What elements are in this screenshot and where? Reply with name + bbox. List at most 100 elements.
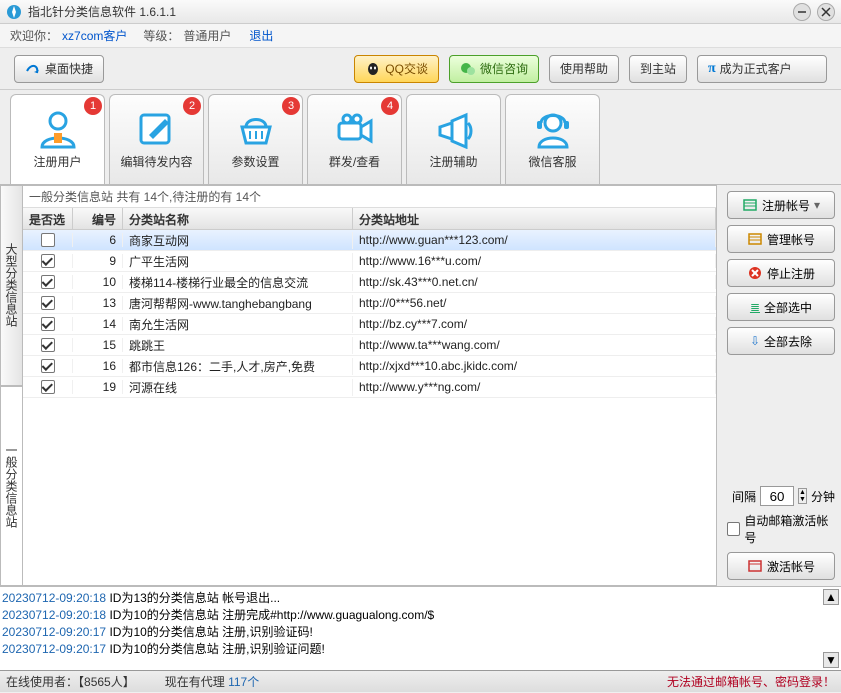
status-error: 无法通过邮箱帐号、密码登录！ [667,673,835,690]
auto-activate-checkbox[interactable]: 自动邮箱激活帐号 [727,512,835,546]
table-row[interactable]: 6商家互动网http://www.guan***123.com/ [23,230,716,251]
row-checkbox[interactable] [41,254,55,268]
tab-broadcast[interactable]: 4 群发/查看 [307,94,402,184]
row-name: 广平生活网 [123,253,353,270]
row-name: 南允生活网 [123,316,353,333]
col-selected[interactable]: 是否选中 [23,208,73,229]
row-index: 15 [73,338,123,352]
table-row[interactable]: 13唐河帮帮网-www.tanghebangbanghttp://0***56.… [23,293,716,314]
megaphone-icon [430,109,478,149]
table-row[interactable]: 19河源在线http://www.y***ng.com/ [23,377,716,398]
row-index: 9 [73,254,123,268]
register-account-button[interactable]: 注册帐号 ▾ [727,191,835,219]
table-row[interactable]: 15跳跳王http://www.ta***wang.com/ [23,335,716,356]
window-title: 指北针分类信息软件 1.6.1.1 [28,3,787,20]
online-users: 在线使用者：【8565人】 [6,673,135,690]
log-line: 20230712-09:20:17 ID为10的分类信息站 注册,识别验证问题! [2,640,839,657]
row-checkbox[interactable] [41,296,55,310]
row-url: http://www.y***ng.com/ [353,380,716,394]
interval-input[interactable] [760,486,794,506]
row-name: 商家互动网 [123,232,353,249]
level-label: 等级： [143,27,179,44]
level-value: 普通用户 [183,27,231,44]
right-column: 注册帐号 ▾ 管理帐号 停止注册 ≣ 全部选中 ⇩ 全部去除 间隔 ▲▼ 分钟 [721,185,841,586]
table-row[interactable]: 10楼梯114-楼梯行业最全的信息交流http://sk.43***0.net.… [23,272,716,293]
tab-register-user[interactable]: 1 注册用户 [10,94,105,184]
user-icon [34,109,82,149]
log-area[interactable]: 20230712-09:20:18 ID为13的分类信息站 帐号退出...202… [0,586,841,670]
row-name: 跳跳王 [123,337,353,354]
row-checkbox[interactable] [41,359,55,373]
row-index: 19 [73,380,123,394]
tab-settings[interactable]: 3 参数设置 [208,94,303,184]
col-index[interactable]: 编号 [73,208,123,229]
table-row[interactable]: 16都市信息126：二手,人才,房产,免费http://xjxd***10.ab… [23,356,716,377]
scroll-down-button[interactable]: ▼ [823,652,839,668]
row-url: http://www.guan***123.com/ [353,233,716,247]
minimize-button[interactable] [793,3,811,21]
logout-link[interactable]: 退出 [249,27,273,44]
row-name: 楼梯114-楼梯行业最全的信息交流 [123,274,353,291]
col-name[interactable]: 分类站名称 [123,208,353,229]
wechat-button[interactable]: 微信咨询 [449,55,539,83]
upgrade-button[interactable]: π 成为正式客户 [697,55,827,83]
row-checkbox[interactable] [41,233,55,247]
vtab-general-sites[interactable]: 一般分类信息站 [0,386,22,587]
activate-account-button[interactable]: 激活帐号 [727,552,835,580]
row-index: 13 [73,296,123,310]
row-url: http://www.ta***wang.com/ [353,338,716,352]
tab-register-assist[interactable]: 注册辅助 [406,94,501,184]
camera-icon [331,109,379,149]
scroll-up-button[interactable]: ▲ [823,589,839,605]
welcome-label: 欢迎你： [10,27,58,44]
tab-badge: 4 [381,97,399,115]
col-url[interactable]: 分类站地址 [353,208,716,229]
interval-row: 间隔 ▲▼ 分钟 [727,486,835,506]
dropdown-icon: ▾ [814,198,820,212]
tab-edit-content[interactable]: 2 编辑待发内容 [109,94,204,184]
app-icon [6,4,22,20]
row-name: 都市信息126：二手,人才,房产,免费 [123,358,353,375]
row-index: 10 [73,275,123,289]
qq-chat-button[interactable]: QQ交谈 [354,55,439,83]
row-checkbox[interactable] [41,317,55,331]
log-line: 20230712-09:20:18 ID为10的分类信息站 注册完成#http:… [2,606,839,623]
row-checkbox[interactable] [41,338,55,352]
row-checkbox[interactable] [41,380,55,394]
edit-icon [133,109,181,149]
selectall-icon: ≣ [750,300,760,314]
row-checkbox[interactable] [41,275,55,289]
table-row[interactable]: 9广平生活网http://www.16***u.com/ [23,251,716,272]
tab-badge: 3 [282,97,300,115]
headset-icon [529,109,577,149]
userbar: 欢迎你： xz7com客户 等级： 普通用户 退出 [0,24,841,48]
row-name: 河源在线 [123,379,353,396]
spinner-buttons[interactable]: ▲▼ [798,488,807,504]
manage-account-button[interactable]: 管理帐号 [727,225,835,253]
table-row[interactable]: 14南允生活网http://bz.cy***7.com/ [23,314,716,335]
tab-badge: 1 [84,97,102,115]
vertical-tabs: 大型分类信息站 一般分类信息站 [0,185,22,586]
deselect-all-button[interactable]: ⇩ 全部去除 [727,327,835,355]
row-url: http://bz.cy***7.com/ [353,317,716,331]
panel-summary: 一般分类信息站 共有 14个,待注册的有 14个 [23,186,716,208]
help-button[interactable]: 使用帮助 [549,55,619,83]
row-url: http://sk.43***0.net.cn/ [353,275,716,289]
username-link[interactable]: xz7com客户 [62,27,127,44]
stop-register-button[interactable]: 停止注册 [727,259,835,287]
tab-wechat-service[interactable]: 微信客服 [505,94,600,184]
basket-icon [232,109,280,149]
checkbox-icon [727,522,740,536]
desktop-shortcut-button[interactable]: 桌面快捷 [14,55,104,83]
main-site-button[interactable]: 到主站 [629,55,687,83]
select-all-button[interactable]: ≣ 全部选中 [727,293,835,321]
status-bar: 在线使用者：【8565人】 现在有代理 117个 无法通过邮箱帐号、密码登录！ [0,670,841,692]
top-buttons: 桌面快捷 QQ交谈 微信咨询 使用帮助 到主站 π 成为正式客户 [0,48,841,90]
row-url: http://0***56.net/ [353,296,716,310]
vtab-big-sites[interactable]: 大型分类信息站 [0,185,22,386]
grid-body[interactable]: 6商家互动网http://www.guan***123.com/9广平生活网ht… [23,230,716,585]
close-button[interactable] [817,3,835,21]
row-index: 6 [73,233,123,247]
log-line: 20230712-09:20:17 ID为10的分类信息站 注册,识别验证码! [2,623,839,640]
agent-count: 现在有代理 117个 [165,673,259,690]
